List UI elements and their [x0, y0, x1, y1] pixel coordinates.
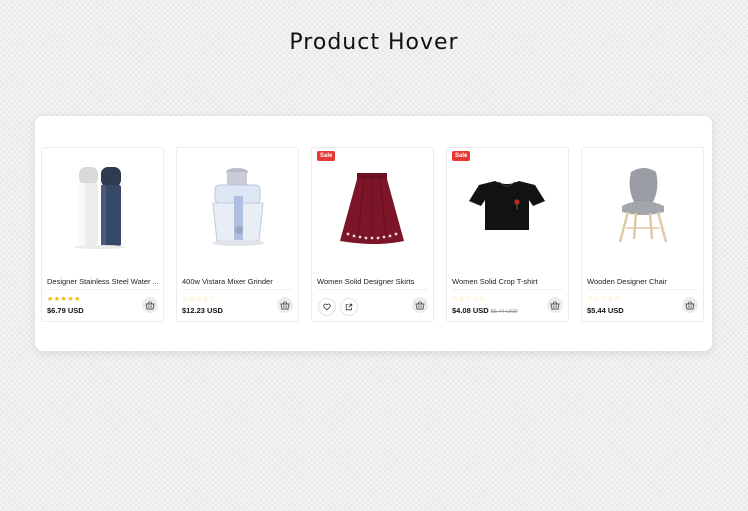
sale-badge: Sale — [452, 151, 471, 161]
external-link-icon — [345, 303, 353, 311]
product-image-juicer[interactable] — [177, 148, 298, 268]
basket-icon — [415, 300, 425, 309]
divider — [317, 289, 428, 290]
add-to-cart-button[interactable] — [547, 297, 563, 313]
divider — [47, 289, 158, 290]
wishlist-button[interactable] — [318, 298, 336, 316]
product-name[interactable]: 400w Vistara Mixer Grinder — [182, 277, 294, 286]
rating-stars: ☆☆☆☆☆ — [587, 296, 621, 303]
basket-icon — [685, 300, 695, 309]
old-price: $5.44 USD — [490, 309, 518, 315]
product-name[interactable]: Women Solid Designer Skirts — [317, 277, 429, 286]
product-image-skirt[interactable] — [312, 148, 433, 268]
add-to-cart-button[interactable] — [277, 297, 293, 313]
product-panel: Designer Stainless Steel Water ... ★★★★★… — [35, 116, 712, 351]
add-to-cart-button[interactable] — [142, 297, 158, 313]
basket-icon — [280, 300, 290, 309]
current-price: $4.08 USD — [452, 306, 489, 315]
product-card[interactable]: Designer Stainless Steel Water ... ★★★★★… — [41, 147, 164, 322]
product-image-chair[interactable] — [582, 148, 703, 268]
rating-stars: ☆☆☆☆☆ — [182, 296, 216, 303]
product-price: $6.79 USD — [47, 306, 84, 315]
quick-view-button[interactable] — [340, 298, 358, 316]
product-image-tshirt[interactable] — [447, 148, 568, 268]
product-price: $5.44 USD — [587, 306, 624, 315]
product-price: $12.23 USD — [182, 306, 223, 315]
heart-icon — [323, 303, 331, 311]
product-name[interactable]: Women Solid Crop T-shirt — [452, 277, 564, 286]
sale-badge: Sale — [317, 151, 336, 161]
add-to-cart-button[interactable] — [682, 297, 698, 313]
add-to-cart-button[interactable] — [412, 297, 428, 313]
product-card[interactable]: 400w Vistara Mixer Grinder ☆☆☆☆☆ $12.23 … — [176, 147, 299, 322]
basket-icon — [145, 300, 155, 309]
product-card[interactable]: Sale Women Solid Crop T-shirt ☆☆☆☆☆ $4.0… — [446, 147, 569, 322]
product-name[interactable]: Designer Stainless Steel Water ... — [47, 277, 159, 286]
rating-stars: ☆☆☆☆☆ — [452, 296, 486, 303]
divider — [182, 289, 293, 290]
divider — [452, 289, 563, 290]
product-card[interactable]: Wooden Designer Chair ☆☆☆☆☆ $5.44 USD — [581, 147, 704, 322]
product-price: $4.08 USD $5.44 USD — [452, 306, 518, 315]
page-title: Product Hover — [289, 30, 459, 55]
product-image-bottles[interactable] — [42, 148, 163, 268]
product-name[interactable]: Wooden Designer Chair — [587, 277, 699, 286]
basket-icon — [550, 300, 560, 309]
rating-stars: ★★★★★ — [47, 296, 81, 303]
divider — [587, 289, 698, 290]
product-card[interactable]: Sale Women Solid Designer Skirts — [311, 147, 434, 322]
